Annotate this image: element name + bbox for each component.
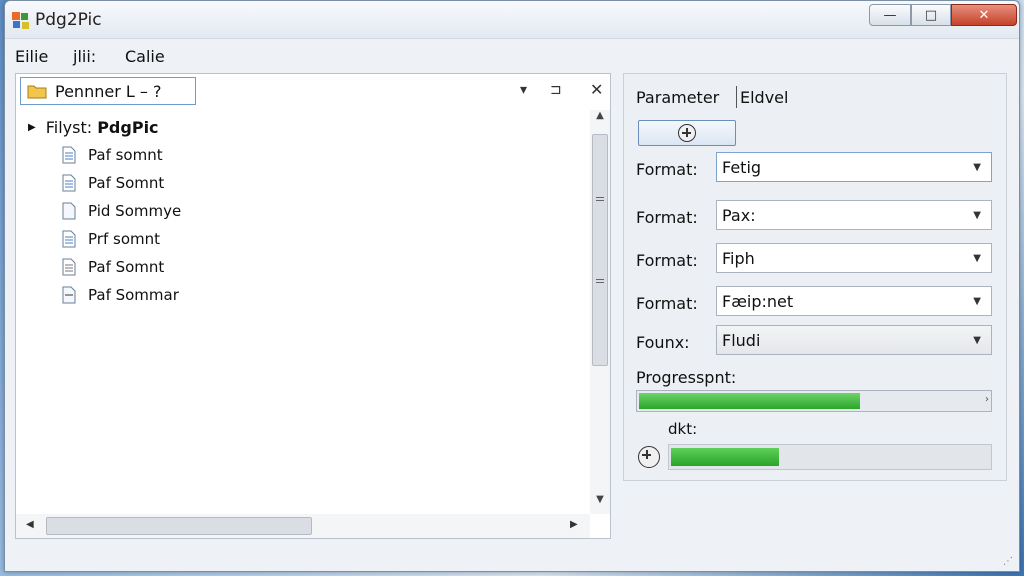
minimize-button[interactable]: — bbox=[869, 4, 911, 26]
app-window: Pdg2Pic — □ ✕ Eilie jlii: Calie Pennner … bbox=[4, 0, 1020, 572]
folder-icon bbox=[27, 85, 47, 99]
vertical-scrollbar[interactable]: ▲ ▼ bbox=[590, 110, 610, 514]
grip-line bbox=[596, 197, 604, 198]
parameter-panel: Parameter Eldvel Format: Fetig ▼ Format:… bbox=[623, 73, 1007, 481]
scroll-left-icon[interactable]: ◀ bbox=[26, 519, 34, 530]
chevron-down-icon: ▼ bbox=[973, 253, 981, 264]
chevron-down-icon: ▼ bbox=[973, 162, 981, 173]
scroll-down-icon[interactable]: ▼ bbox=[590, 494, 610, 514]
list-item[interactable]: Prf somnt bbox=[60, 230, 160, 248]
format-label: Format: bbox=[636, 208, 698, 227]
close-icon: ✕ bbox=[978, 7, 990, 23]
menu-item-view[interactable]: Calie bbox=[125, 47, 165, 66]
pin-icon[interactable]: ⊐ bbox=[550, 82, 562, 98]
status-bar: ⋰ bbox=[5, 543, 1019, 571]
format-value: Fiph bbox=[722, 248, 755, 268]
h-scroll-thumb[interactable] bbox=[46, 517, 312, 535]
location-text: Pennner L – ? bbox=[55, 81, 162, 101]
font-select[interactable]: Fludi ▼ bbox=[716, 325, 992, 355]
title-bar: Pdg2Pic — □ ✕ bbox=[5, 1, 1019, 39]
scroll-right-icon[interactable]: ▶ bbox=[570, 519, 578, 530]
list-item[interactable]: Paf Somnt bbox=[60, 258, 164, 276]
font-label: Founx: bbox=[636, 333, 690, 352]
document-icon bbox=[62, 286, 76, 304]
chevron-down-icon: ▼ bbox=[973, 296, 981, 307]
menu-item-file[interactable]: Eilie bbox=[15, 47, 48, 66]
expand-arrow-icon[interactable]: ▶ bbox=[28, 122, 36, 133]
document-icon bbox=[62, 174, 76, 192]
list-item[interactable]: Paf somnt bbox=[60, 146, 163, 164]
item-label: Paf somnt bbox=[88, 146, 163, 164]
format-select[interactable]: Fetig ▼ bbox=[716, 152, 992, 182]
tree-root-name: PdgPic bbox=[97, 118, 159, 137]
format-value: Fæip:net bbox=[722, 291, 794, 311]
item-label: Paf Sommar bbox=[88, 286, 179, 304]
tab-divider bbox=[736, 86, 737, 108]
scroll-up-icon[interactable]: ▲ bbox=[590, 110, 610, 130]
close-window-button[interactable]: ✕ bbox=[951, 4, 1017, 26]
maximize-button[interactable]: □ bbox=[911, 4, 951, 26]
list-item[interactable]: Paf Sommar bbox=[60, 286, 179, 304]
item-label: Prf somnt bbox=[88, 230, 160, 248]
scroll-thumb[interactable] bbox=[592, 134, 608, 366]
format-label: Format: bbox=[636, 294, 698, 313]
tab-eldvel[interactable]: Eldvel bbox=[740, 88, 788, 107]
chevron-down-icon: ▼ bbox=[973, 335, 981, 346]
document-icon bbox=[62, 202, 76, 220]
minimize-icon: — bbox=[883, 7, 897, 23]
tree-root[interactable]: ▶ Filyst: PdgPic bbox=[28, 118, 159, 137]
document-icon bbox=[62, 258, 76, 276]
tab-parameter[interactable]: Parameter bbox=[636, 88, 719, 107]
progress-bar: › bbox=[636, 390, 992, 412]
format-label: Format: bbox=[636, 251, 698, 270]
format-select[interactable]: Pax: ▼ bbox=[716, 200, 992, 230]
menu-bar: Eilie jlii: Calie bbox=[5, 41, 1019, 69]
panel-header: Pennner L – ? ▾ ⊐ ✕ bbox=[16, 74, 610, 110]
document-icon bbox=[62, 230, 76, 248]
list-item[interactable]: Paf Somnt bbox=[60, 174, 164, 192]
grip-line bbox=[596, 279, 604, 280]
sub-progress-bar bbox=[668, 444, 992, 470]
chevron-down-icon[interactable]: ▾ bbox=[520, 82, 527, 98]
app-logo-icon bbox=[12, 12, 29, 29]
add-circle-icon bbox=[678, 124, 696, 142]
chevron-down-icon: ▼ bbox=[973, 210, 981, 221]
format-value: Pax: bbox=[722, 205, 756, 225]
format-select[interactable]: Fæip:net ▼ bbox=[716, 286, 992, 316]
location-field[interactable]: Pennner L – ? bbox=[20, 77, 196, 105]
window-title: Pdg2Pic bbox=[35, 10, 102, 30]
tree-root-prefix: Filyst: bbox=[45, 118, 93, 137]
resize-grip-icon[interactable]: ⋰ bbox=[1003, 556, 1013, 567]
sub-progress-fill bbox=[671, 448, 779, 466]
progress-label: Progresspnt: bbox=[636, 368, 737, 387]
close-panel-icon[interactable]: ✕ bbox=[590, 80, 603, 99]
format-value: Fetig bbox=[722, 157, 762, 177]
format-select[interactable]: Fiph ▼ bbox=[716, 243, 992, 273]
grip-line bbox=[596, 200, 604, 201]
font-value: Fludi bbox=[722, 330, 761, 350]
file-browser-panel: Pennner L – ? ▾ ⊐ ✕ ▶ Filyst: PdgPic Paf… bbox=[15, 73, 611, 539]
horizontal-scrollbar[interactable]: ◀ ▶ bbox=[16, 514, 590, 538]
maximize-icon: □ bbox=[924, 7, 938, 23]
list-item[interactable]: Pid Sommye bbox=[60, 202, 181, 220]
chevron-right-icon: › bbox=[985, 394, 989, 405]
add-circle-icon[interactable] bbox=[638, 446, 660, 468]
menu-item-edit[interactable]: jlii: bbox=[73, 47, 96, 66]
sub-progress-label: dkt: bbox=[668, 420, 698, 438]
item-label: Paf Somnt bbox=[88, 174, 165, 192]
format-label: Format: bbox=[636, 160, 698, 179]
add-button[interactable] bbox=[638, 120, 736, 146]
progress-fill bbox=[639, 393, 860, 409]
item-label: Paf Somnt bbox=[88, 258, 165, 276]
document-icon bbox=[62, 146, 76, 164]
grip-line bbox=[596, 282, 604, 283]
item-label: Pid Sommye bbox=[88, 202, 182, 220]
